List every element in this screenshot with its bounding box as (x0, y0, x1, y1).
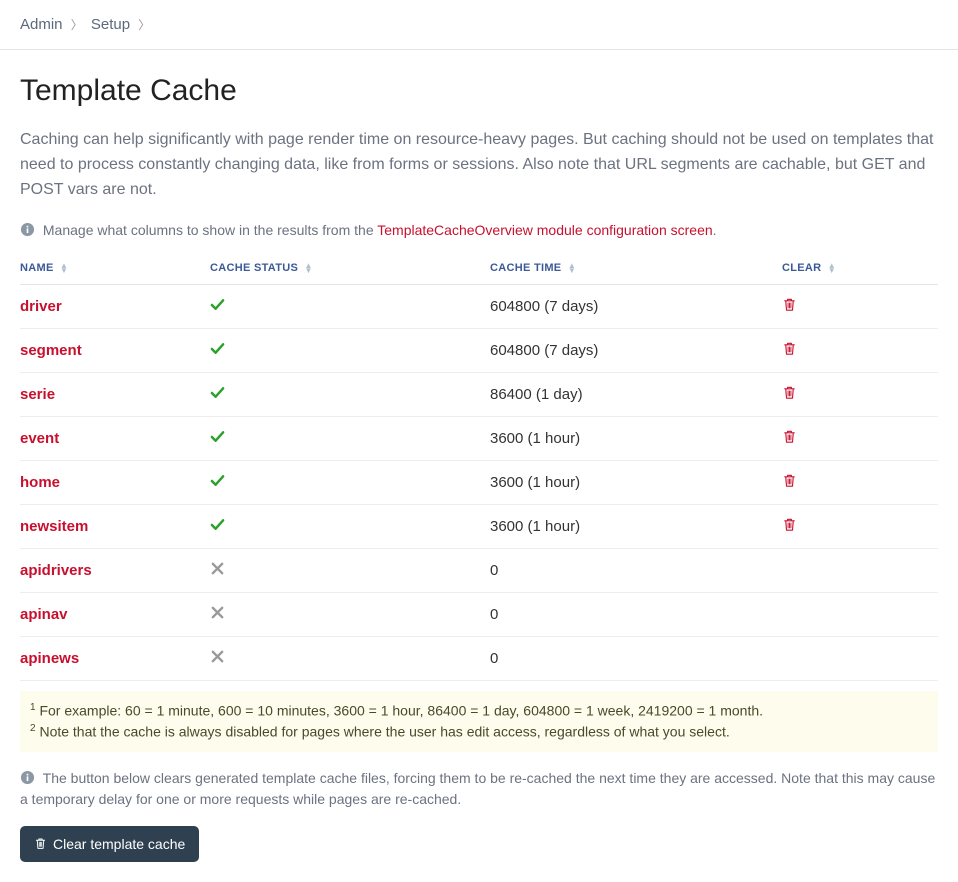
columns-info-suffix: . (713, 222, 717, 238)
template-name-link[interactable]: apinav (20, 606, 68, 623)
x-icon (210, 649, 225, 664)
breadcrumb-admin[interactable]: Admin (20, 16, 63, 33)
columns-info-prefix: Manage what columns to show in the resul… (43, 222, 377, 238)
check-icon (210, 473, 225, 488)
cache-time-value: 3600 (1 hour) (490, 505, 782, 549)
table-row: apinews 0 (20, 637, 938, 681)
columns-config-link[interactable]: TemplateCacheOverview module configurati… (377, 222, 712, 238)
check-icon (210, 517, 225, 532)
template-name-link[interactable]: driver (20, 298, 62, 315)
table-row: segment 604800 (7 days) (20, 329, 938, 373)
col-header-status[interactable]: CACHE STATUS ▲▼ (210, 252, 490, 285)
table-row: serie 86400 (1 day) (20, 373, 938, 417)
sort-icon: ▲▼ (828, 263, 836, 273)
table-row: event 3600 (1 hour) (20, 417, 938, 461)
col-header-clear-label: CLEAR (782, 262, 821, 274)
col-header-name[interactable]: NAME ▲▼ (20, 252, 210, 285)
cache-time-value: 604800 (7 days) (490, 285, 782, 329)
col-header-time[interactable]: CACHE TIME ▲▼ (490, 252, 782, 285)
x-icon (210, 605, 225, 620)
footnote-1: For example: 60 = 1 minute, 600 = 10 min… (39, 703, 763, 719)
trash-icon[interactable] (782, 341, 797, 356)
trash-icon[interactable] (782, 297, 797, 312)
trash-icon[interactable] (782, 473, 797, 488)
check-icon (210, 297, 225, 312)
info-circle-icon (20, 222, 35, 237)
template-name-link[interactable]: apinews (20, 650, 79, 667)
check-icon (210, 341, 225, 356)
col-header-time-label: CACHE TIME (490, 262, 561, 274)
col-header-name-label: NAME (20, 262, 54, 274)
table-row: driver 604800 (7 days) (20, 285, 938, 329)
clear-button-label: Clear template cache (53, 836, 185, 852)
clear-note-text: The button below clears generated templa… (20, 770, 935, 807)
cache-time-value: 86400 (1 day) (490, 373, 782, 417)
template-name-link[interactable]: event (20, 430, 59, 447)
sort-icon: ▲▼ (60, 263, 68, 273)
info-circle-icon (20, 770, 35, 785)
cache-table: NAME ▲▼ CACHE STATUS ▲▼ CACHE TIME ▲▼ CL… (20, 252, 938, 681)
check-icon (210, 385, 225, 400)
col-header-status-label: CACHE STATUS (210, 262, 298, 274)
table-row: apidrivers 0 (20, 549, 938, 593)
cache-time-value: 3600 (1 hour) (490, 461, 782, 505)
page-title: Template Cache (20, 74, 938, 108)
intro-text: Caching can help significantly with page… (20, 128, 938, 202)
template-name-link[interactable]: serie (20, 386, 55, 403)
col-header-clear[interactable]: CLEAR ▲▼ (782, 252, 938, 285)
breadcrumb: Admin 〉 Setup 〉 (0, 0, 958, 50)
table-row: home 3600 (1 hour) (20, 461, 938, 505)
table-row: newsitem 3600 (1 hour) (20, 505, 938, 549)
x-icon (210, 561, 225, 576)
template-name-link[interactable]: home (20, 474, 60, 491)
chevron-right-icon: 〉 (71, 18, 83, 32)
footnotes: 1 For example: 60 = 1 minute, 600 = 10 m… (20, 691, 938, 752)
template-name-link[interactable]: apidrivers (20, 562, 92, 579)
sort-icon: ▲▼ (305, 263, 313, 273)
table-row: apinav 0 (20, 593, 938, 637)
cache-time-value: 0 (490, 593, 782, 637)
cache-time-value: 604800 (7 days) (490, 329, 782, 373)
check-icon (210, 429, 225, 444)
chevron-right-icon: 〉 (138, 18, 150, 32)
trash-icon[interactable] (782, 517, 797, 532)
cache-time-value: 0 (490, 637, 782, 681)
breadcrumb-setup[interactable]: Setup (91, 16, 130, 33)
sort-icon: ▲▼ (568, 263, 576, 273)
footnote-2: Note that the cache is always disabled f… (39, 723, 729, 739)
clear-template-cache-button[interactable]: Clear template cache (20, 826, 199, 862)
template-name-link[interactable]: segment (20, 342, 82, 359)
cache-time-value: 0 (490, 549, 782, 593)
clear-cache-note: The button below clears generated templa… (20, 768, 938, 810)
columns-info: Manage what columns to show in the resul… (20, 222, 938, 238)
cache-time-value: 3600 (1 hour) (490, 417, 782, 461)
trash-icon (34, 837, 47, 850)
template-name-link[interactable]: newsitem (20, 518, 88, 535)
trash-icon[interactable] (782, 429, 797, 444)
trash-icon[interactable] (782, 385, 797, 400)
